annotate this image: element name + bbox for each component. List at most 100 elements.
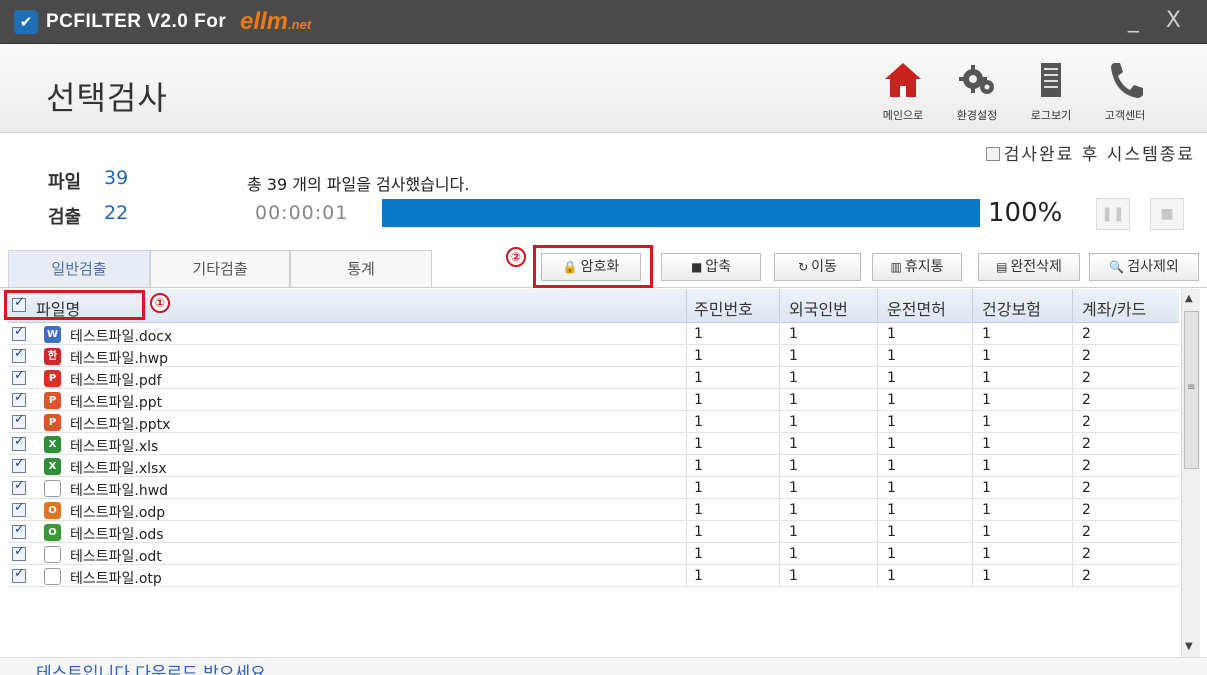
row-checkbox[interactable] [12, 434, 26, 451]
col-resident-number[interactable]: 주민번호 [694, 296, 753, 320]
permanent-delete-button[interactable]: ▤ 완전삭제 [978, 253, 1080, 281]
cell-separator [779, 368, 780, 389]
exclude-from-scan-button[interactable]: 🔍 검사제외 [1089, 253, 1199, 281]
detection-count-cell: 1 [694, 524, 703, 540]
file-name: 테스트파일.hwd [70, 483, 169, 499]
gear-icon [957, 59, 997, 101]
detection-count-cell: 1 [887, 370, 896, 386]
detected-count: 22 [104, 202, 129, 224]
detection-count-cell: 2 [1082, 348, 1091, 364]
detection-count-cell: 1 [694, 392, 703, 408]
cell-separator [686, 346, 687, 367]
table-row[interactable]: P 테스트파일.pdf 1 1 1 1 2 [8, 368, 1179, 389]
compress-button[interactable]: ■ 압축 [661, 253, 761, 281]
row-checkbox[interactable] [12, 324, 26, 341]
cell-separator [1072, 434, 1073, 455]
col-driver-license[interactable]: 운전면허 [887, 296, 946, 320]
cell-separator [877, 368, 878, 389]
title-bar: ✔ PCFILTER V2.0 For ellm.net _ X [0, 0, 1207, 44]
annotation-marker-2: ② [506, 247, 526, 267]
shield-icon: ✔ [14, 10, 38, 34]
main-menu-button[interactable]: 메인으로 [867, 51, 939, 131]
cell-separator [1072, 522, 1073, 543]
pause-button[interactable]: ❚❚ [1096, 198, 1130, 230]
cell-separator [779, 346, 780, 367]
detection-count-cell: 2 [1082, 458, 1091, 474]
table-row[interactable]: 테스트파일.odt 1 1 1 1 2 [8, 544, 1179, 565]
detection-count-cell: 1 [887, 524, 896, 540]
tab-other-detection[interactable]: 기타검출 [150, 250, 290, 288]
move-button[interactable]: ↻ 이동 [774, 253, 861, 281]
tab-statistics[interactable]: 통계 [290, 250, 432, 288]
tab-general-detection[interactable]: 일반검출 [8, 250, 150, 288]
row-checkbox[interactable] [12, 566, 26, 583]
window-controls[interactable]: _ X [1128, 8, 1191, 33]
shutdown-checkbox[interactable] [985, 147, 1000, 161]
customer-center-button[interactable]: 고객센터 [1089, 51, 1161, 131]
row-checkbox[interactable] [12, 544, 26, 561]
table-row[interactable]: P 테스트파일.pptx 1 1 1 1 2 [8, 412, 1179, 433]
row-checkbox[interactable] [12, 478, 26, 495]
header: 선택검사 메인으로 환경설정 로그보기 고객센터 [0, 45, 1207, 133]
table-row[interactable]: X 테스트파일.xls 1 1 1 1 2 [8, 434, 1179, 455]
powerpoint-icon: P [44, 414, 61, 431]
col-foreigner-number[interactable]: 외국인번 [789, 296, 848, 320]
detection-count-cell: 1 [694, 436, 703, 452]
col-health-insurance[interactable]: 건강보험 [982, 296, 1041, 320]
impress-icon: O [44, 502, 61, 519]
detection-count-cell: 2 [1082, 480, 1091, 496]
row-checkbox[interactable] [12, 390, 26, 407]
cell-separator [1072, 412, 1073, 433]
table-row[interactable]: O 테스트파일.odp 1 1 1 1 2 [8, 500, 1179, 521]
folder-icon: ■ [690, 260, 703, 274]
detection-count-cell: 1 [887, 326, 896, 342]
detection-count-cell: 1 [694, 546, 703, 562]
file-name: 테스트파일.xlsx [70, 461, 167, 477]
cell-separator [686, 324, 687, 345]
cell-separator [779, 324, 780, 345]
detection-count-cell: 1 [887, 414, 896, 430]
settings-button[interactable]: 환경설정 [941, 51, 1013, 131]
cell-separator [877, 434, 878, 455]
status-message[interactable]: 테스트입니다 다운로드 받으세요 [36, 659, 266, 675]
stop-button[interactable]: ■ [1150, 198, 1184, 230]
cell-separator [686, 544, 687, 565]
row-checkbox[interactable] [12, 346, 26, 363]
table-row[interactable]: O 테스트파일.ods 1 1 1 1 2 [8, 522, 1179, 543]
table-scrollbar[interactable]: ▲ ≡ ▼ [1181, 289, 1200, 657]
scroll-up-icon[interactable]: ▲ [1185, 293, 1193, 304]
row-checkbox[interactable] [12, 522, 26, 539]
detection-count-cell: 1 [694, 414, 703, 430]
brand-logo: ellm.net [240, 8, 312, 35]
log-view-button[interactable]: 로그보기 [1015, 51, 1087, 131]
row-checkbox[interactable] [12, 368, 26, 385]
table-row[interactable]: X 테스트파일.xlsx 1 1 1 1 2 [8, 456, 1179, 477]
file-name: 테스트파일.docx [70, 329, 173, 345]
shutdown-after-scan-option[interactable]: 검사완료 후 시스템종료 [985, 140, 1195, 165]
scroll-thumb[interactable]: ≡ [1184, 311, 1199, 469]
detection-count-cell: 1 [789, 502, 798, 518]
table-row[interactable]: 한 테스트파일.hwp 1 1 1 1 2 [8, 346, 1179, 367]
trash-button[interactable]: ▥ 휴지통 [872, 253, 962, 281]
detection-count-cell: 1 [887, 568, 896, 584]
detection-count-cell: 2 [1082, 392, 1091, 408]
cell-separator [972, 478, 973, 499]
cell-separator [686, 478, 687, 499]
cell-separator [877, 478, 878, 499]
row-checkbox[interactable] [12, 412, 26, 429]
detection-count-cell: 1 [982, 348, 991, 364]
table-row[interactable]: W 테스트파일.docx 1 1 1 1 2 [8, 324, 1179, 345]
move-icon: ↻ [798, 260, 809, 274]
table-row[interactable]: 테스트파일.otp 1 1 1 1 2 [8, 566, 1179, 587]
col-account-card[interactable]: 계좌/카드 [1082, 296, 1146, 320]
row-checkbox[interactable] [12, 456, 26, 473]
table-row[interactable]: 테스트파일.hwd 1 1 1 1 2 [8, 478, 1179, 499]
detection-count-cell: 1 [982, 436, 991, 452]
file-name: 테스트파일.odt [70, 549, 162, 565]
scroll-down-icon[interactable]: ▼ [1185, 641, 1193, 652]
table-row[interactable]: P 테스트파일.ppt 1 1 1 1 2 [8, 390, 1179, 411]
detection-count-cell: 1 [982, 458, 991, 474]
cell-separator [1072, 368, 1073, 389]
cell-separator [877, 566, 878, 587]
row-checkbox[interactable] [12, 500, 26, 517]
